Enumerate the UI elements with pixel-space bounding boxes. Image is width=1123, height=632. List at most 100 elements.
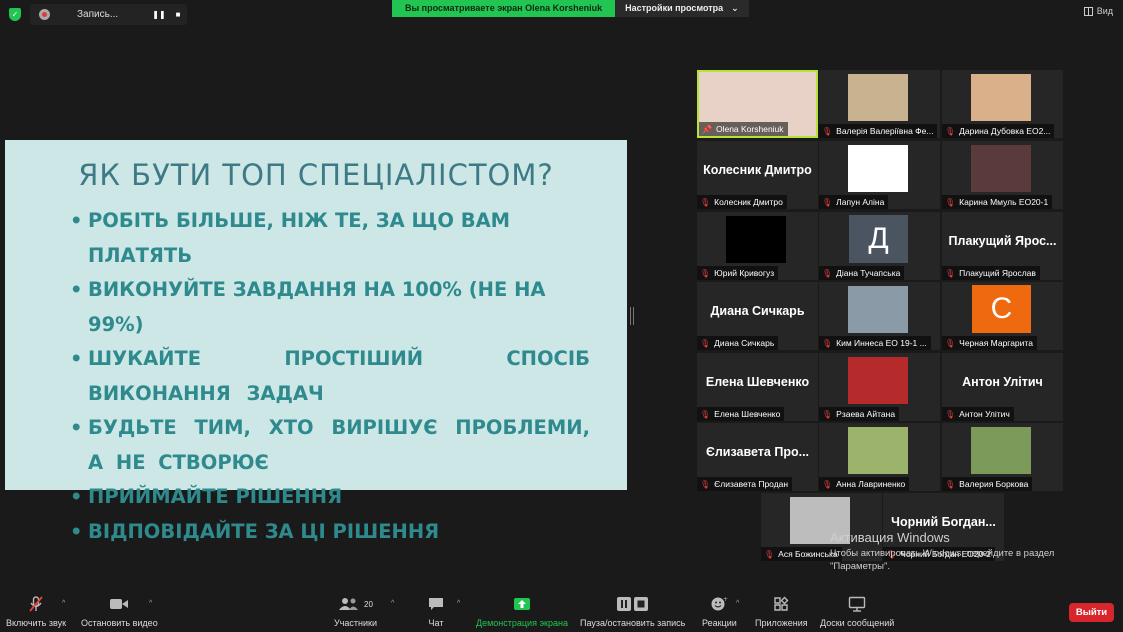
viewing-screen-label: Вы просматриваете экран Olena Korsheniuk <box>392 0 616 17</box>
participant-avatar: С <box>972 285 1031 333</box>
top-bar: ✓ Запись... ❚❚ ■ Вы просматриваете экран… <box>0 0 1123 28</box>
participant-name: Рзаева Айтана <box>836 409 896 419</box>
muted-mic-icon: 🎙 <box>700 338 711 348</box>
muted-mic-icon: 🎙 <box>822 268 833 278</box>
muted-mic-icon: 🎙 <box>822 126 833 136</box>
participant-tile[interactable]: Д 🎙 Діана Тучапська <box>819 212 940 280</box>
participant-name: Анна Лавриненко <box>836 479 906 489</box>
participant-tile[interactable]: 🎙 Валерия Боркова <box>942 423 1063 491</box>
participant-name-caption: 🎙 Карина Ммуль ЕО20-1 <box>942 195 1053 209</box>
participant-tile[interactable]: 🎙 Лапун Аліна <box>819 141 940 209</box>
chat-bubble-icon <box>428 594 444 614</box>
video-options-caret-icon[interactable]: ^ <box>149 600 152 607</box>
participant-name: Диана Сичкарь <box>714 338 775 348</box>
participants-options-caret-icon[interactable]: ^ <box>391 600 394 607</box>
pause-recording-icon[interactable]: ❚❚ <box>152 8 166 21</box>
security-shield-icon[interactable]: ✓ <box>9 8 21 21</box>
participants-button[interactable]: 20 Участники <box>334 594 377 628</box>
participants-count: 20 <box>364 599 373 609</box>
muted-mic-icon: 🎙 <box>700 268 711 278</box>
recording-indicator: Запись... ❚❚ ■ <box>30 4 187 25</box>
video-camera-icon <box>109 594 129 614</box>
participant-tile[interactable]: Антон Улітич 🎙 Антон Улітич <box>942 353 1063 421</box>
muted-mic-icon: 🎙 <box>945 338 956 348</box>
chat-button[interactable]: Чат <box>428 594 444 628</box>
participant-tile[interactable]: Плакущий Ярос... 🎙 Плакущий Ярослав <box>942 212 1063 280</box>
participant-name-caption: 🎙 Колесник Дмитро <box>697 195 787 209</box>
participant-tile[interactable]: С 🎙 Черная Маргарита <box>942 282 1063 350</box>
slide-bullet: ВИКОНУЙТЕ ЗАВДАННЯ НА 100% (НЕ НА 99%) <box>70 273 590 342</box>
apps-button[interactable]: Приложения <box>755 594 808 628</box>
chat-options-caret-icon[interactable]: ^ <box>457 600 460 607</box>
participant-tile[interactable]: 🎙 Ким Иннеса ЕО 19-1 ... <box>819 282 940 350</box>
stop-video-label: Остановить видео <box>81 618 158 628</box>
participant-name: Лапун Аліна <box>836 197 885 207</box>
participant-tile[interactable]: Диана Сичкарь 🎙 Диана Сичкарь <box>697 282 818 350</box>
participant-display-name: Елена Шевченко <box>705 375 810 389</box>
muted-mic-icon: 🎙 <box>945 268 956 278</box>
slide-title: ЯК БУТИ ТОП СПЕЦІАЛІСТОМ? <box>78 158 554 192</box>
participant-name: Колесник Дмитро <box>714 197 783 207</box>
slide-bullet: ВІДПОВІДАЙТЕ ЗА ЦІ РІШЕННЯ <box>70 515 590 550</box>
participant-name-caption: 📌 Olena Korsheniuk <box>699 122 788 136</box>
pause-stop-recording-button[interactable]: Пауза/остановить запись <box>580 594 685 628</box>
chat-label: Чат <box>428 618 444 628</box>
participant-tile[interactable]: Єлизавета Про... 🎙 Єлизавета Продан <box>697 423 818 491</box>
participant-name-caption: 🎙 Юрий Кривогуз <box>697 266 779 280</box>
participant-name: Валерия Боркова <box>959 479 1029 489</box>
participant-tile[interactable]: 🎙 Анна Лавриненко <box>819 423 940 491</box>
view-banner: Вы просматриваете экран Olena Korsheniuk… <box>392 0 749 17</box>
participant-name-caption: 🎙 Елена Шевченко <box>697 407 785 421</box>
view-button[interactable]: Вид <box>1083 6 1113 16</box>
participant-video <box>726 216 786 263</box>
stop-video-button[interactable]: Остановить видео <box>81 594 158 628</box>
pause-stop-recording-label: Пауза/остановить запись <box>580 618 686 628</box>
slide-bullet: РОБІТЬ БІЛЬШЕ, НІЖ ТЕ, ЗА ЩО ВАМ ПЛАТЯТЬ <box>70 204 590 273</box>
reactions-options-caret-icon[interactable]: ^ <box>736 600 739 607</box>
muted-mic-icon: 🎙 <box>822 409 833 419</box>
muted-mic-icon: 🎙 <box>945 126 956 136</box>
participant-tile[interactable]: Елена Шевченко 🎙 Елена Шевченко <box>697 353 818 421</box>
grid-view-icon <box>1083 6 1093 16</box>
view-label: Вид <box>1096 6 1113 16</box>
audio-options-caret-icon[interactable]: ^ <box>62 600 65 607</box>
participant-tile[interactable]: 🎙 Дарина Дубовка ЕО2... <box>942 70 1063 138</box>
chevron-down-icon: ⌄ <box>731 3 739 13</box>
whiteboards-label: Доски сообщений <box>820 618 895 628</box>
participant-tile[interactable]: 🎙 Валерія Валеріївна Фе... <box>819 70 940 138</box>
pause-stop-icon <box>616 594 650 614</box>
splitter-handle[interactable] <box>630 307 634 325</box>
stop-recording-icon[interactable]: ■ <box>171 8 185 21</box>
reactions-button[interactable]: + Реакции <box>702 594 737 628</box>
slide-bullet-list: РОБІТЬ БІЛЬШЕ, НІЖ ТЕ, ЗА ЩО ВАМ ПЛАТЯТЬ… <box>70 204 590 549</box>
pin-icon: 📌 <box>702 124 712 134</box>
share-screen-label: Демонстрация экрана <box>476 618 568 628</box>
participant-tile[interactable]: 🎙 Рзаева Айтана <box>819 353 940 421</box>
muted-mic-icon: 🎙 <box>822 338 833 348</box>
share-screen-button[interactable]: Демонстрация экрана <box>476 594 568 628</box>
muted-mic-icon: 🎙 <box>700 409 711 419</box>
participant-name: Ким Иннеса ЕО 19-1 ... <box>836 338 927 348</box>
participant-video <box>848 145 908 192</box>
participant-video <box>848 427 908 474</box>
whiteboard-icon <box>848 594 866 614</box>
participant-display-name: Єлизавета Про... <box>705 445 810 459</box>
participant-tile[interactable]: 🎙 Карина Ммуль ЕО20-1 <box>942 141 1063 209</box>
participant-tile[interactable]: Колесник Дмитро 🎙 Колесник Дмитро <box>697 141 818 209</box>
participant-tile[interactable]: 📌 Olena Korsheniuk <box>697 70 818 138</box>
muted-mic-icon: 🎙 <box>822 197 833 207</box>
participants-label: Участники <box>334 618 377 628</box>
participant-video <box>971 145 1031 192</box>
participants-icon: 20 <box>338 594 373 614</box>
apps-label: Приложения <box>755 618 808 628</box>
unmute-button[interactable]: Включить звук <box>6 594 66 628</box>
leave-meeting-button[interactable]: Выйти <box>1069 603 1114 622</box>
view-options-button[interactable]: Настройки просмотра ⌄ <box>615 0 749 17</box>
whiteboards-button[interactable]: Доски сообщений <box>820 594 894 628</box>
participant-tile[interactable]: 🎙 Юрий Кривогуз <box>697 212 818 280</box>
participant-name: Плакущий Ярослав <box>959 268 1036 278</box>
watermark-line: "Параметры". <box>830 561 891 572</box>
participant-display-name: Диана Сичкарь <box>710 304 805 318</box>
participant-name-caption: 🎙 Дарина Дубовка ЕО2... <box>942 124 1055 138</box>
watermark-title: Активация Windows <box>830 530 950 545</box>
